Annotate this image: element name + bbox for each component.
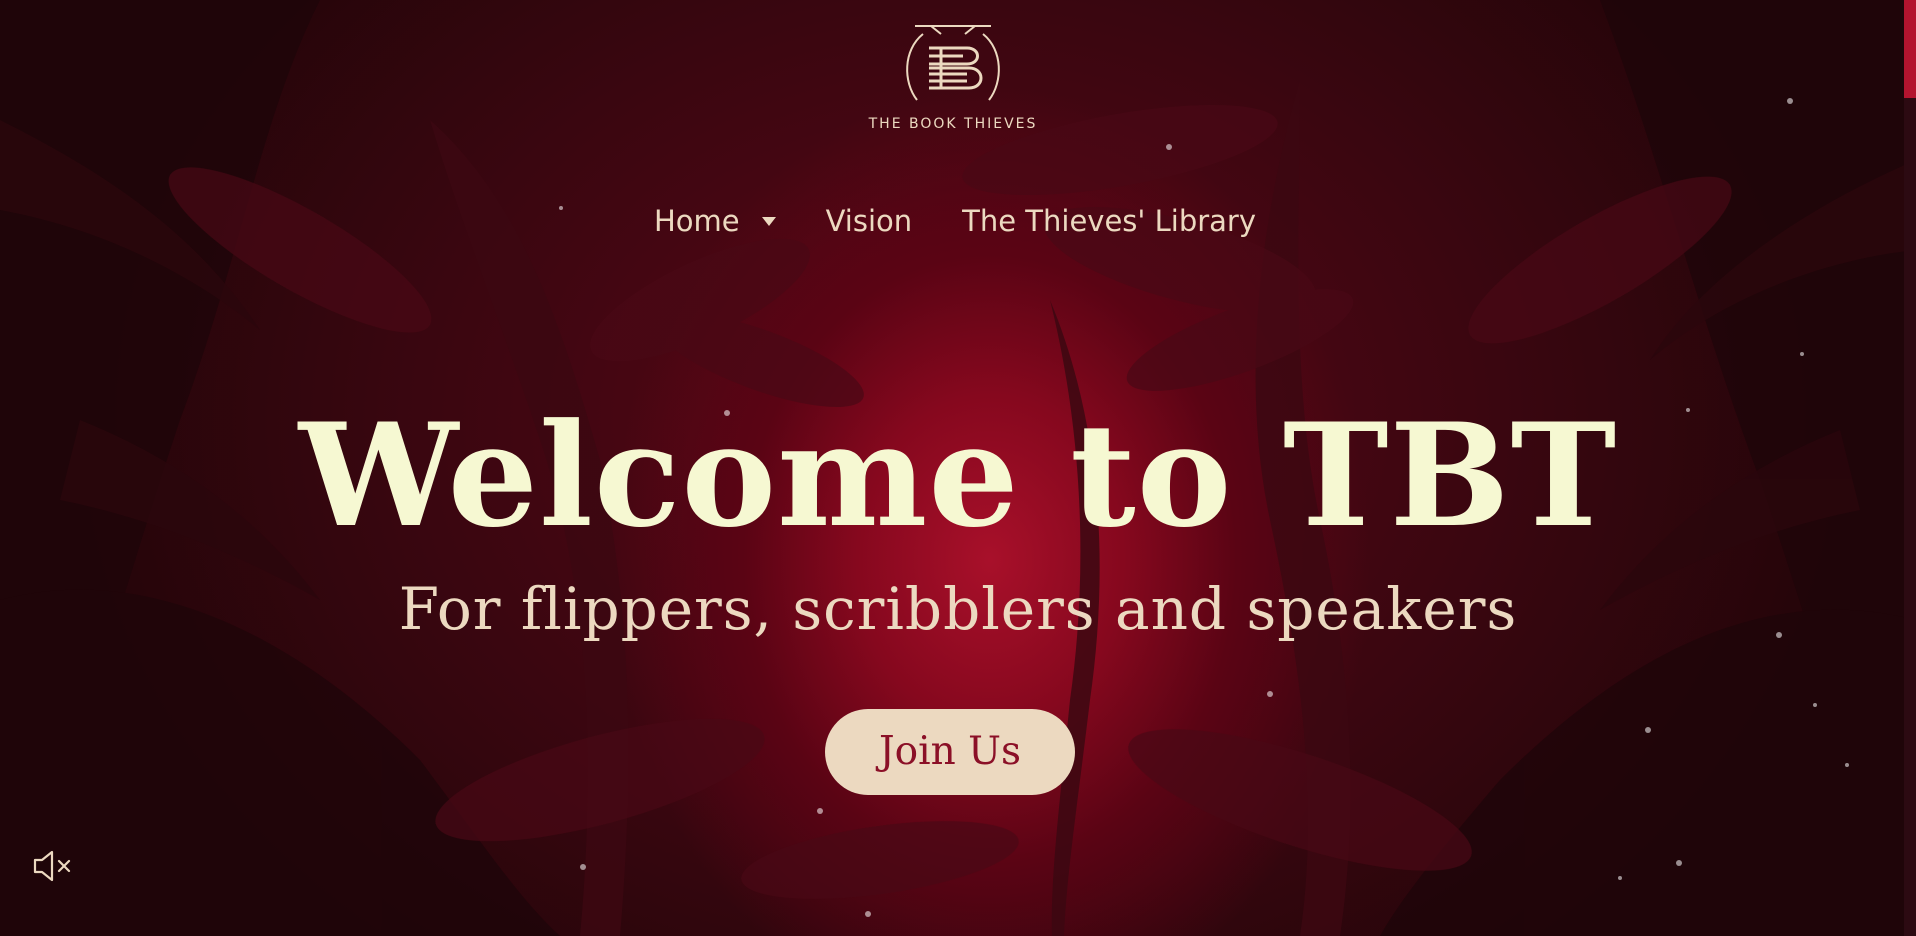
hero-subtitle: For flippers, scribblers and speakers: [398, 575, 1518, 643]
hero-title: Welcome to TBT: [298, 393, 1618, 559]
nav-item-home[interactable]: Home: [654, 204, 776, 238]
main-navigation: Home Vision The Thieves' Library: [0, 204, 1916, 238]
nav-item-library-label: The Thieves' Library: [962, 204, 1257, 238]
nav-item-home-label: Home: [653, 204, 740, 238]
mute-toggle-button[interactable]: [31, 848, 75, 884]
caret-down-icon[interactable]: [761, 216, 776, 226]
speaker-muted-icon: [33, 850, 71, 882]
nav-item-vision[interactable]: Vision: [826, 204, 913, 238]
nav-item-vision-label: Vision: [825, 204, 913, 238]
join-us-button[interactable]: Join Us: [825, 709, 1075, 795]
book-stack-emblem-icon: [906, 25, 1000, 101]
nav-links: Home Vision The Thieves' Library: [654, 204, 1256, 238]
scrollbar-thumb[interactable]: [1904, 0, 1916, 98]
brand-logo[interactable]: THE BOOK THIEVES: [858, 22, 1048, 140]
nav-item-library[interactable]: The Thieves' Library: [962, 204, 1256, 238]
brand-name: THE BOOK THIEVES: [868, 116, 1038, 132]
